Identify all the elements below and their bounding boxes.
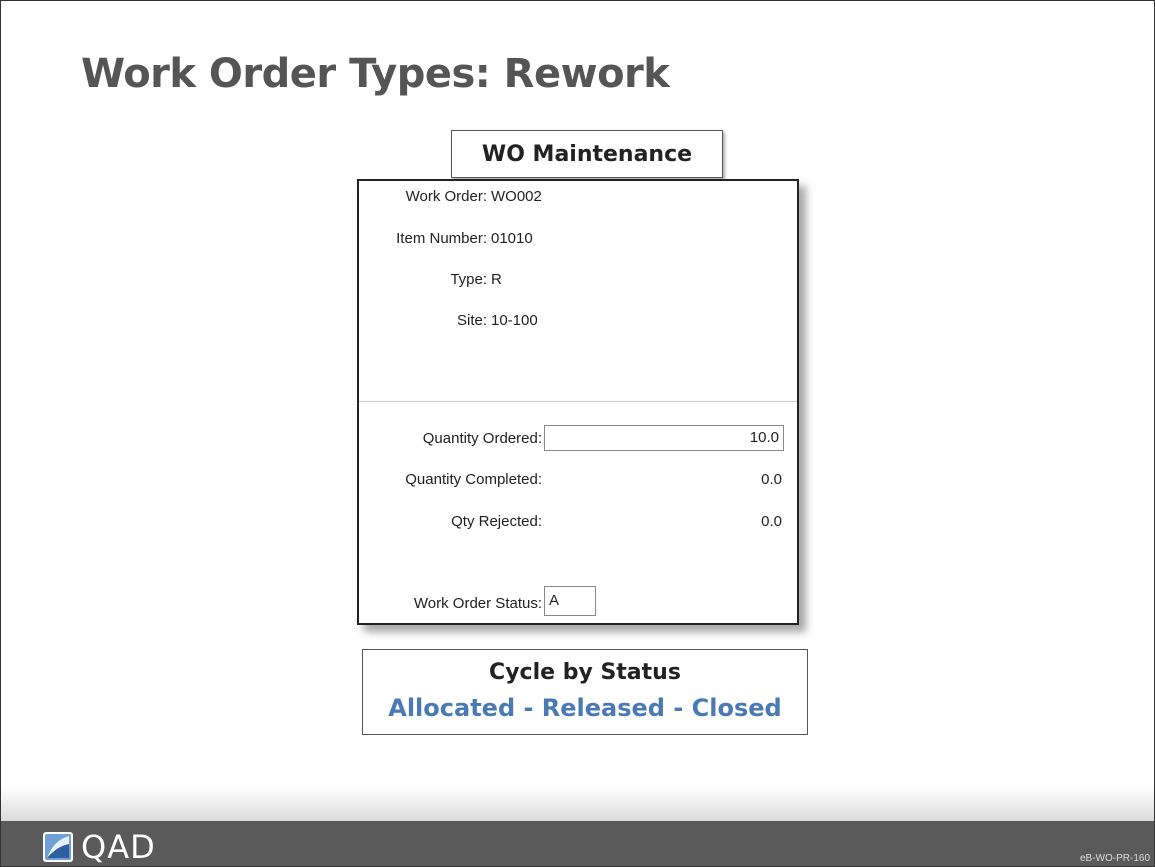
site-label: Site: [456,312,487,329]
qty-ordered-label: Quantity Ordered: [422,430,542,447]
work-order-row: Work Order: WO002 [359,187,797,207]
type-row: Type: R [359,270,797,290]
qad-logo-icon [43,832,73,862]
status-label: Work Order Status: [413,595,542,612]
slide: Work Order Types: Rework WO Maintenance … [0,0,1155,867]
type-value: R [491,271,502,288]
cycle-by-status-box: Cycle by Status Allocated - Released - C… [362,649,808,735]
item-number-value: 01010 [491,230,533,247]
site-row: Site: 10-100 [359,311,797,331]
slide-code: eB-WO-PR-160 [1079,853,1150,864]
footer-bar: QAD eB-WO-PR-160 [1,821,1154,866]
footer-fade [1,786,1154,821]
work-order-value: WO002 [491,188,542,205]
qty-completed-value: 0.0 [761,471,782,488]
type-label: Type: [450,271,487,288]
wo-maintenance-caption: WO Maintenance [451,130,723,178]
qty-rejected-label: Qty Rejected: [451,513,542,530]
cycle-states: Allocated - Released - Closed [388,694,782,722]
qty-completed-row: Quantity Completed: 0.0 [359,470,797,490]
qty-ordered-field[interactable]: 10.0 [544,425,784,451]
wo-maintenance-form: Work Order: WO002 Item Number: 01010 Typ… [357,179,799,625]
status-field[interactable]: A [544,586,596,616]
work-order-label: Work Order: [405,188,487,205]
site-value: 10-100 [491,312,538,329]
qty-rejected-value: 0.0 [761,513,782,530]
section-divider [359,401,797,402]
qty-rejected-row: Qty Rejected: 0.0 [359,512,797,532]
slide-title: Work Order Types: Rework [81,51,670,97]
qad-logo: QAD [43,828,156,866]
qty-completed-label: Quantity Completed: [405,471,542,488]
logo-text: QAD [81,828,156,866]
cycle-title: Cycle by Status [489,660,681,685]
item-number-row: Item Number: 01010 [359,229,797,249]
item-number-label: Item Number: [396,230,487,247]
